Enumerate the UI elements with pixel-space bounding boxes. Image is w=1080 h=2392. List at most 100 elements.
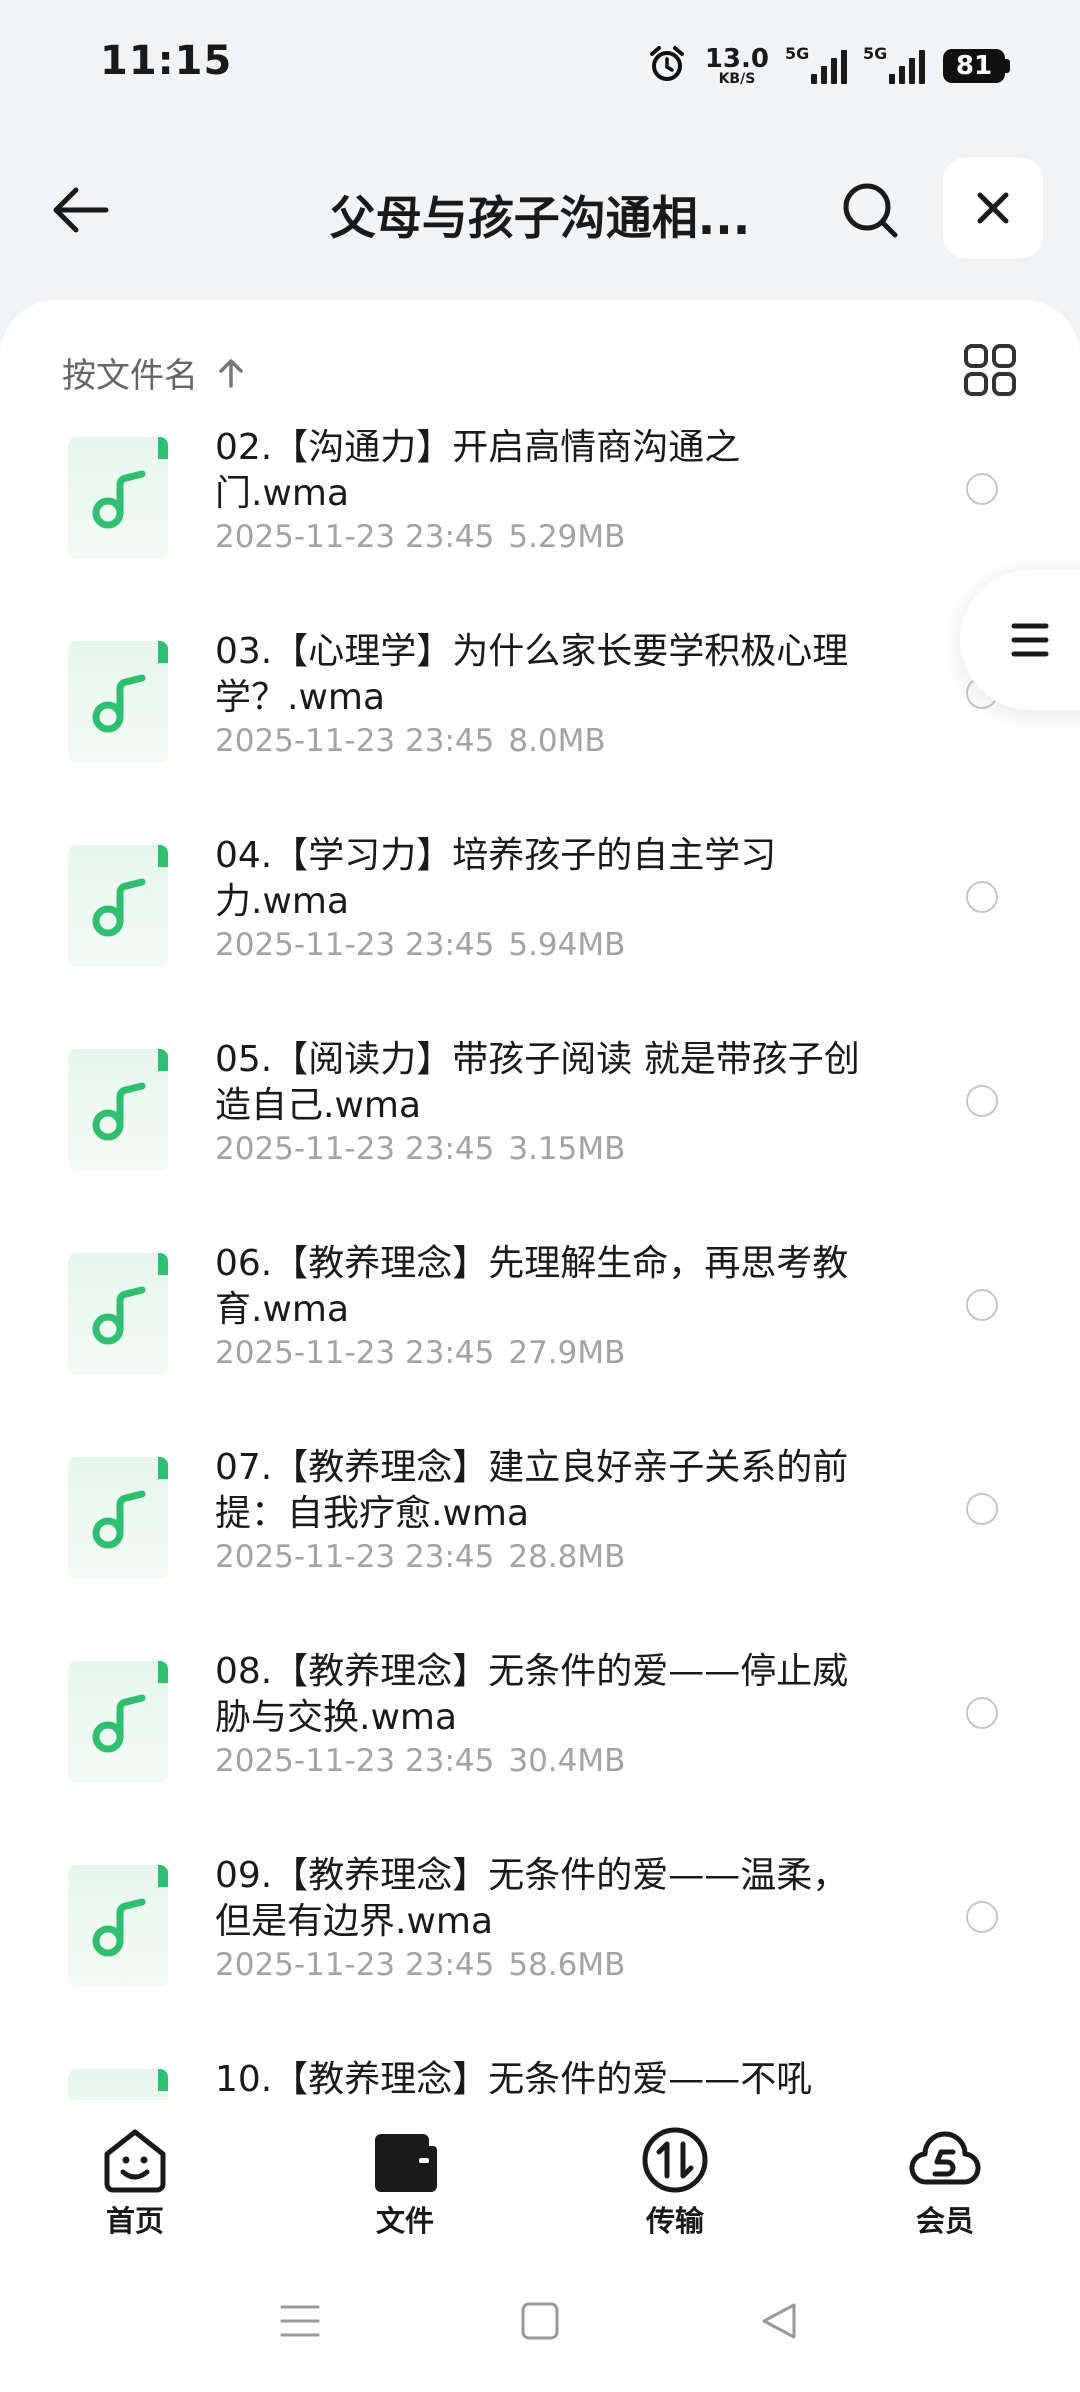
recent-apps-icon[interactable] (280, 2301, 320, 2341)
file-name: 06.【教养理念】先理解生命，再思考教育.wma (215, 1243, 849, 1330)
file-item[interactable]: 10.【教养理念】无条件的爱——不吼 (0, 2057, 1080, 2100)
select-radio[interactable] (966, 1085, 998, 1117)
file-name: 07.【教养理念】建立良好亲子关系的前提：自我疗愈.wma (215, 1447, 849, 1534)
nav-transfer-label: 传输 (645, 2204, 704, 2238)
file-size: 28.8MB (508, 1539, 626, 1575)
file-item[interactable]: 02.【沟通力】开启高情商沟通之门.wma 2025-11-23 23:45 5… (0, 425, 1080, 629)
file-name: 09.【教养理念】无条件的爱——温柔，但是有边界.wma (215, 1855, 849, 1942)
file-item[interactable]: 08.【教养理念】无条件的爱——停止威胁与交换.wma 2025-11-23 2… (0, 1649, 1080, 1853)
file-date: 2025-11-23 23:45 (215, 1335, 495, 1371)
arrow-up-icon (219, 358, 243, 388)
nav-files[interactable]: 文件 (270, 2100, 540, 2250)
file-date: 2025-11-23 23:45 (215, 723, 495, 759)
file-meta: 2025-11-23 23:45 58.6MB (215, 1947, 625, 1983)
alarm-icon (647, 44, 687, 88)
transfer-icon (642, 2127, 708, 2193)
file-date: 2025-11-23 23:45 (215, 1539, 495, 1575)
bottom-nav: 首页 文件 传输 会员 (0, 2100, 1080, 2250)
file-item[interactable]: 05.【阅读力】带孩子阅读 就是带孩子创造自己.wma 2025-11-23 2… (0, 1037, 1080, 1241)
file-date: 2025-11-23 23:45 (215, 1743, 495, 1779)
file-size: 5.29MB (508, 519, 626, 555)
select-radio[interactable] (966, 881, 998, 913)
file-list: 02.【沟通力】开启高情商沟通之门.wma 2025-11-23 23:45 5… (0, 425, 1080, 2100)
file-item[interactable]: 03.【心理学】为什么家长要学积极心理学？.wma 2025-11-23 23:… (0, 629, 1080, 833)
status-bar: 11:15 13.0 KB/S 5G 5G 81 (0, 0, 1080, 130)
sort-label: 按文件名 (62, 356, 198, 396)
select-radio[interactable] (966, 1289, 998, 1321)
system-nav-bar (0, 2250, 1080, 2392)
back-triangle-icon[interactable] (760, 2301, 800, 2341)
file-meta: 2025-11-23 23:45 8.0MB (215, 723, 606, 759)
file-size: 30.4MB (508, 1743, 626, 1779)
file-meta: 2025-11-23 23:45 5.94MB (215, 927, 625, 963)
nav-vip-label: 会员 (915, 2204, 974, 2238)
arrow-left-icon (53, 187, 109, 233)
file-item[interactable]: 09.【教养理念】无条件的爱——温柔，但是有边界.wma 2025-11-23 … (0, 1853, 1080, 2057)
folder-icon (375, 2134, 437, 2192)
status-icons: 13.0 KB/S 5G 5G 81 (647, 44, 1010, 88)
file-list-card: 按文件名 02.【沟通力】开启高情商沟通之门.wma 2025-11-23 23… (0, 300, 1080, 2100)
smile-face-icon (104, 2129, 166, 2193)
search-button[interactable] (830, 170, 910, 250)
vip-cloud-icon (909, 2131, 981, 2185)
battery-icon: 81 (943, 49, 1010, 83)
signal-5g-icon: 5G (785, 44, 847, 84)
audio-file-icon (68, 641, 168, 763)
file-size: 5.94MB (508, 927, 626, 963)
header: 父母与孩子沟通相... (0, 158, 1080, 260)
page-title: 父母与孩子沟通相... (329, 191, 751, 245)
file-size: 58.6MB (508, 1947, 626, 1983)
audio-file-icon (68, 2069, 168, 2100)
file-size: 27.9MB (508, 1335, 626, 1371)
file-size: 8.0MB (508, 723, 606, 759)
status-time: 11:15 (100, 38, 233, 84)
file-name: 05.【阅读力】带孩子阅读 就是带孩子创造自己.wma (215, 1039, 860, 1126)
battery-level: 81 (943, 49, 1005, 83)
file-name: 04.【学习力】培养孩子的自主学习力.wma (215, 835, 777, 922)
back-button[interactable] (40, 170, 120, 250)
file-name: 03.【心理学】为什么家长要学积极心理学？.wma (215, 631, 849, 718)
select-radio[interactable] (966, 1697, 998, 1729)
file-meta: 2025-11-23 23:45 3.15MB (215, 1131, 625, 1167)
network-speed: 13.0 KB/S (705, 46, 769, 86)
nav-home-label: 首页 (105, 2204, 164, 2238)
select-radio[interactable] (966, 473, 998, 505)
grid-view-icon (964, 344, 1016, 396)
file-meta: 2025-11-23 23:45 28.8MB (215, 1539, 625, 1575)
close-button[interactable] (943, 158, 1043, 258)
grid-view-button[interactable] (960, 340, 1020, 400)
file-name: 08.【教养理念】无条件的爱——停止威胁与交换.wma (215, 1651, 849, 1738)
file-date: 2025-11-23 23:45 (215, 927, 495, 963)
nav-transfer[interactable]: 传输 (540, 2100, 810, 2250)
nav-vip[interactable]: 会员 (810, 2100, 1080, 2250)
network-speed-unit: KB/S (718, 71, 756, 87)
audio-file-icon (68, 1661, 168, 1783)
audio-file-icon (68, 845, 168, 967)
file-name: 02.【沟通力】开启高情商沟通之门.wma (215, 427, 741, 514)
file-meta: 2025-11-23 23:45 27.9MB (215, 1335, 625, 1371)
search-icon (843, 183, 898, 238)
file-item[interactable]: 07.【教养理念】建立良好亲子关系的前提：自我疗愈.wma 2025-11-23… (0, 1445, 1080, 1649)
sort-control[interactable]: 按文件名 (62, 348, 248, 397)
file-item[interactable]: 06.【教养理念】先理解生命，再思考教育.wma 2025-11-23 23:4… (0, 1241, 1080, 1445)
home-square-icon[interactable] (520, 2301, 560, 2341)
audio-file-icon (68, 1865, 168, 1987)
nav-home[interactable]: 首页 (0, 2100, 270, 2250)
menu-icon (1011, 623, 1049, 657)
close-icon (977, 192, 1009, 224)
file-name: 10.【教养理念】无条件的爱——不吼 (215, 2059, 813, 2100)
file-date: 2025-11-23 23:45 (215, 519, 495, 555)
select-radio[interactable] (966, 1901, 998, 1933)
network-speed-value: 13.0 (704, 44, 769, 74)
file-date: 2025-11-23 23:45 (215, 1131, 495, 1167)
nav-files-label: 文件 (375, 2204, 434, 2238)
signal-5g-icon-2: 5G (863, 44, 925, 84)
audio-file-icon (68, 437, 168, 559)
file-size: 3.15MB (508, 1131, 626, 1167)
audio-file-icon (68, 1457, 168, 1579)
audio-file-icon (68, 1049, 168, 1171)
select-radio[interactable] (966, 1493, 998, 1525)
file-item[interactable]: 04.【学习力】培养孩子的自主学习力.wma 2025-11-23 23:45 … (0, 833, 1080, 1037)
file-date: 2025-11-23 23:45 (215, 1947, 495, 1983)
audio-file-icon (68, 1253, 168, 1375)
